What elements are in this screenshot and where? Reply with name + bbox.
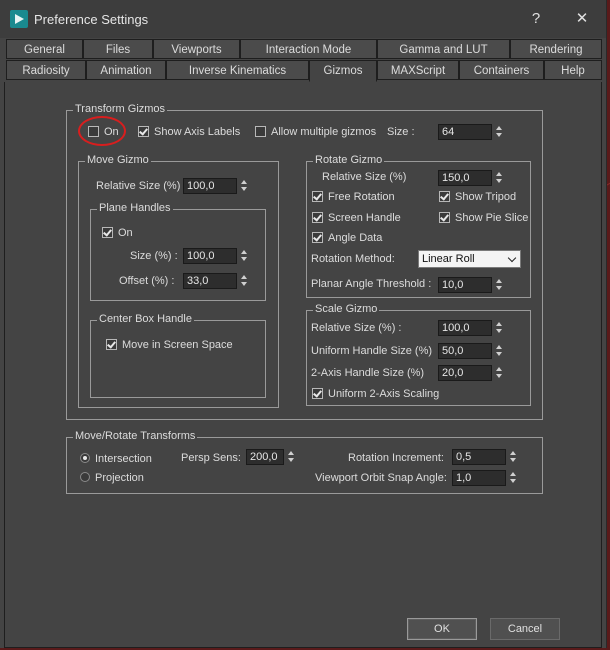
rotation-method-label: Rotation Method: [311, 253, 395, 265]
plane-handles-on-checkbox[interactable] [102, 227, 113, 238]
title-bar: Preference Settings ? ✕ [0, 0, 606, 38]
tab-files[interactable]: Files [83, 39, 153, 59]
rotation-method-value: Linear Roll [422, 253, 475, 265]
size-label: Size : [387, 126, 415, 138]
angle-data-checkbox[interactable] [312, 232, 323, 243]
spinner-arrows[interactable] [494, 320, 504, 336]
screen-handle-label: Screen Handle [328, 212, 401, 224]
center-box-handle-group: Center Box Handle [90, 313, 266, 398]
group-title: Transform Gizmos [73, 103, 168, 115]
move-in-screen-space-label: Move in Screen Space [122, 339, 233, 351]
tab-general[interactable]: General [6, 39, 83, 59]
move-relative-size-input[interactable]: 100,0 [183, 178, 237, 194]
group-title: Scale Gizmo [313, 303, 380, 315]
show-pie-slice-checkbox[interactable] [439, 212, 450, 223]
spinner-arrows[interactable] [508, 470, 518, 486]
uniform-2-axis-scaling-checkbox[interactable] [312, 388, 323, 399]
rotation-method-dropdown[interactable]: Linear Roll [418, 250, 521, 268]
angle-data-label: Angle Data [328, 232, 383, 244]
uniform-2-axis-scaling-label: Uniform 2-Axis Scaling [328, 388, 440, 400]
free-rotation-label: Free Rotation [328, 191, 395, 203]
group-title: Plane Handles [97, 202, 173, 214]
rotation-increment-input[interactable]: 0,5 [452, 449, 506, 465]
spinner-arrows[interactable] [494, 343, 504, 359]
spinner-arrows[interactable] [494, 277, 504, 293]
tab-animation[interactable]: Animation [86, 60, 166, 80]
plane-size-input[interactable]: 100,0 [183, 248, 237, 264]
intersection-radio[interactable] [80, 453, 90, 463]
show-axis-labels-label: Show Axis Labels [154, 126, 241, 138]
persp-sens-label: Persp Sens: [181, 452, 241, 464]
projection-radio[interactable] [80, 472, 90, 482]
show-tripod-checkbox[interactable] [439, 191, 450, 202]
plane-offset-input[interactable]: 33,0 [183, 273, 237, 289]
viewport-orbit-snap-angle-label: Viewport Orbit Snap Angle: [315, 472, 447, 484]
move-relative-size-label: Relative Size (%) [96, 180, 181, 192]
tab-gizmos[interactable]: Gizmos [309, 60, 377, 82]
allow-multiple-gizmos-label: Allow multiple gizmos [271, 126, 377, 138]
projection-label: Projection [95, 472, 144, 484]
group-title: Center Box Handle [97, 313, 194, 325]
tab-inverse-kinematics[interactable]: Inverse Kinematics [166, 60, 309, 80]
spinner-arrows[interactable] [494, 365, 504, 381]
close-button[interactable]: ✕ [570, 8, 594, 30]
planar-angle-threshold-label: Planar Angle Threshold : [311, 278, 432, 290]
chevron-down-icon [507, 253, 517, 263]
gizmo-size-input[interactable]: 64 [438, 124, 492, 140]
red-annotation-circle [78, 116, 126, 146]
two-axis-handle-size-input[interactable]: 20,0 [438, 365, 492, 381]
group-title: Move Gizmo [85, 154, 151, 166]
planar-angle-threshold-input[interactable]: 10,0 [438, 277, 492, 293]
move-in-screen-space-checkbox[interactable] [106, 339, 117, 350]
two-axis-handle-size-label: 2-Axis Handle Size (%) [311, 367, 425, 379]
tab-gamma-lut[interactable]: Gamma and LUT [377, 39, 510, 59]
spinner-arrows[interactable] [239, 248, 249, 264]
rotate-relative-size-input[interactable]: 150,0 [438, 170, 492, 186]
spinner-arrows[interactable] [239, 273, 249, 289]
show-tripod-label: Show Tripod [455, 191, 517, 203]
rotate-relative-size-label: Relative Size (%) [322, 171, 407, 183]
plane-offset-label: Offset (%) : [119, 275, 175, 287]
preference-settings-dialog: Preference Settings ? ✕ General Files Vi… [0, 0, 607, 648]
viewport-orbit-snap-angle-input[interactable]: 1,0 [452, 470, 506, 486]
tab-interaction-mode[interactable]: Interaction Mode [240, 39, 377, 59]
rotation-increment-label: Rotation Increment: [348, 452, 444, 464]
window-title: Preference Settings [34, 12, 149, 27]
persp-sens-input[interactable]: 200,0 [246, 449, 284, 465]
scale-relative-size-label: Relative Size (%) : [311, 322, 402, 334]
tab-radiosity[interactable]: Radiosity [6, 60, 86, 80]
tab-rendering[interactable]: Rendering [510, 39, 602, 59]
spinner-arrows[interactable] [494, 170, 504, 186]
plane-handles-on-label: On [118, 227, 133, 239]
tab-help[interactable]: Help [544, 60, 602, 80]
tab-containers[interactable]: Containers [459, 60, 544, 80]
help-button[interactable]: ? [524, 8, 548, 30]
spinner-arrows[interactable] [508, 449, 518, 465]
uniform-handle-size-label: Uniform Handle Size (%) [311, 345, 433, 357]
show-axis-labels-checkbox[interactable] [138, 126, 149, 137]
app-logo-icon [10, 10, 28, 28]
screen-handle-checkbox[interactable] [312, 212, 323, 223]
scale-relative-size-input[interactable]: 100,0 [438, 320, 492, 336]
show-pie-slice-label: Show Pie Slice [455, 212, 529, 224]
cancel-button[interactable]: Cancel [490, 618, 560, 640]
tab-maxscript[interactable]: MAXScript [377, 60, 459, 80]
spinner-arrows[interactable] [286, 449, 296, 465]
group-title: Rotate Gizmo [313, 154, 385, 166]
spinner-arrows[interactable] [239, 178, 249, 194]
free-rotation-checkbox[interactable] [312, 191, 323, 202]
spinner-arrows[interactable] [494, 124, 504, 140]
plane-size-label: Size (%) : [130, 250, 178, 262]
allow-multiple-gizmos-checkbox[interactable] [255, 126, 266, 137]
ok-button[interactable]: OK [407, 618, 477, 640]
group-title: Move/Rotate Transforms [73, 430, 198, 442]
uniform-handle-size-input[interactable]: 50,0 [438, 343, 492, 359]
tab-viewports[interactable]: Viewports [153, 39, 240, 59]
intersection-label: Intersection [95, 453, 152, 465]
